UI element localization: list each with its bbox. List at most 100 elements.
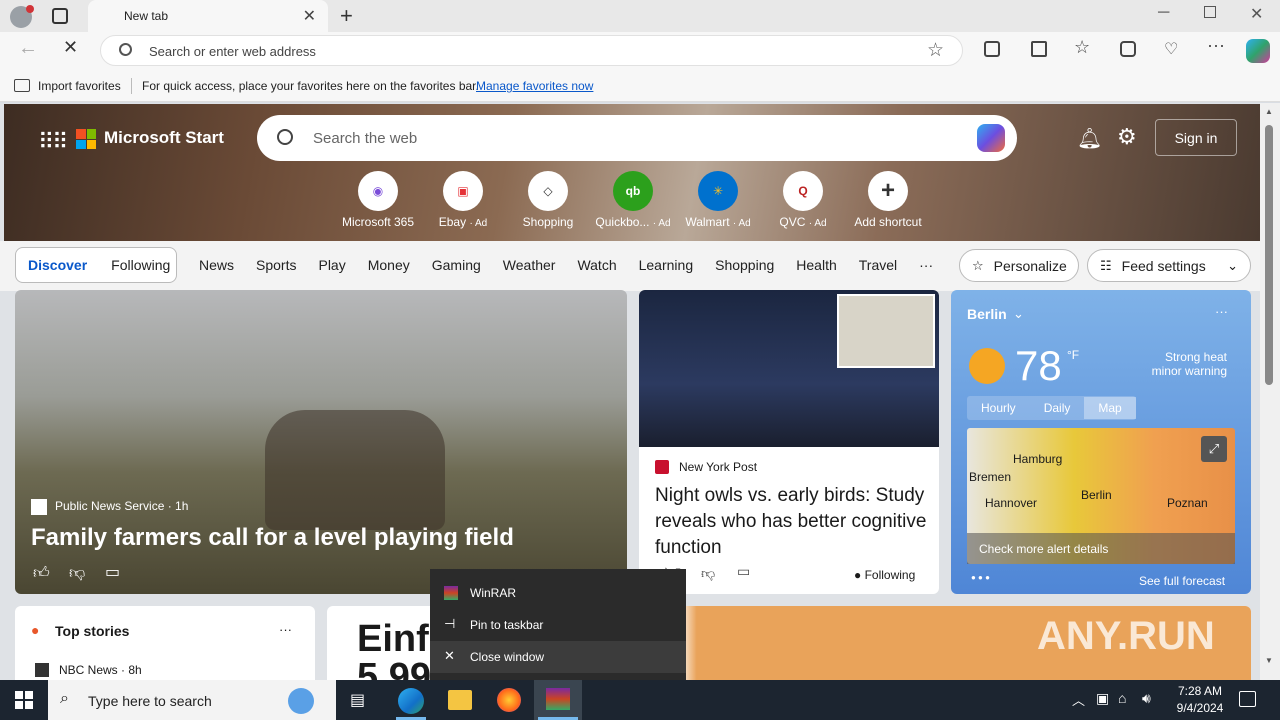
nav-gaming[interactable]: Gaming (432, 257, 481, 273)
more-options-icon[interactable]: ··· (1215, 304, 1228, 319)
shortcut-label: Ebay (438, 215, 467, 229)
shortcut-microsoft-365[interactable]: ◉ Microsoft 365 (338, 171, 418, 229)
menu-item-close-window[interactable]: ✕ Close window (430, 641, 686, 673)
tab-hourly[interactable]: Hourly (967, 401, 1030, 415)
nav-travel[interactable]: Travel (859, 257, 897, 273)
tab-actions-icon[interactable] (52, 8, 68, 24)
story-headline[interactable]: Night owls vs. early birds: Study reveal… (655, 483, 930, 561)
more-categories-button[interactable]: ··· (919, 257, 933, 273)
story-card-2[interactable]: New York Post Night owls vs. early birds… (639, 290, 939, 594)
nav-watch[interactable]: Watch (577, 257, 616, 273)
scroll-down-icon[interactable]: ▼ (1265, 656, 1273, 665)
shortcut-ebay[interactable]: ▣ Ebay · Ad (423, 171, 503, 229)
more-options-icon[interactable]: ··· (279, 622, 292, 637)
personalize-button[interactable]: ☆ Personalize (959, 249, 1079, 282)
weather-map[interactable]: Bremen Hamburg Hannover Berlin Poznan ⤢ … (967, 428, 1235, 564)
back-icon[interactable]: ← (18, 37, 38, 60)
nav-shopping[interactable]: Shopping (715, 257, 774, 273)
nav-news[interactable]: News (199, 257, 234, 273)
add-favorite-icon[interactable]: ☆ (927, 39, 944, 62)
tab-map[interactable]: Map (1084, 397, 1136, 419)
dislike-icon[interactable]: 👎︎ (69, 564, 85, 583)
chevron-down-icon[interactable]: ⌄ (1013, 306, 1024, 322)
tab-discover[interactable]: Discover (28, 257, 87, 273)
shortcut-shopping[interactable]: ◇ Shopping (508, 171, 588, 229)
address-bar[interactable]: Search or enter web address ☆ (100, 35, 963, 66)
feed-settings-button[interactable]: ☷ Feed settings ⌄ (1087, 249, 1251, 282)
map-label-hamburg: Hamburg (1013, 452, 1063, 466)
scroll-thumb[interactable] (1265, 125, 1273, 385)
clock-date[interactable]: 9/4/2024 (1170, 701, 1230, 715)
menu-item-pin-to-taskbar[interactable]: ⊣ Pin to taskbar (430, 609, 686, 641)
clock-time[interactable]: 7:28 AM (1172, 684, 1228, 698)
browser-essentials-icon[interactable]: ♡ (1164, 39, 1178, 59)
edge-taskbar-icon[interactable] (398, 688, 424, 714)
following-badge[interactable]: ● Following (854, 568, 915, 582)
weather-alert[interactable]: Strong heat minor warning (1137, 350, 1227, 378)
import-favorites-button[interactable]: Import favorites (38, 79, 121, 93)
shortcut-quickbooks[interactable]: qb Quickbo... · Ad (593, 171, 673, 229)
main-story-card[interactable]: Public News Service · 1h Family farmers … (15, 290, 627, 594)
nav-money[interactable]: Money (368, 257, 410, 273)
shortcut-walmart[interactable]: ✳ Walmart · Ad (678, 171, 758, 229)
taskbar-search-box[interactable]: ⌕ Type here to search (48, 680, 336, 720)
sunny-icon (969, 348, 1005, 384)
alert-details-bar[interactable]: Check more alert details (967, 533, 1235, 564)
scroll-up-icon[interactable]: ▲ (1265, 107, 1273, 116)
favorites-icon[interactable]: ☆ (1074, 37, 1090, 58)
device-icon[interactable]: ▣ (1096, 690, 1109, 707)
volume-icon[interactable]: 🔊︎ (1142, 690, 1151, 707)
browser-tab[interactable]: New tab ✕ (88, 0, 328, 32)
nav-health[interactable]: Health (796, 257, 836, 273)
extensions-icon[interactable] (984, 41, 1000, 57)
see-full-forecast-link[interactable]: See full forecast (1139, 574, 1225, 588)
new-tab-icon[interactable]: + (340, 3, 353, 29)
menu-item-winrar[interactable]: WinRAR (430, 577, 686, 609)
expand-icon[interactable]: ⤢ (1201, 436, 1227, 462)
alert-details-link[interactable]: Check more alert details (979, 542, 1108, 556)
dislike-icon[interactable]: 👎︎ (701, 565, 715, 582)
sign-in-button[interactable]: Sign in (1155, 119, 1237, 156)
weather-city[interactable]: Berlin (967, 306, 1007, 322)
nav-weather[interactable]: Weather (503, 257, 556, 273)
show-hidden-icons[interactable]: ︿ (1072, 690, 1085, 709)
like-icon[interactable]: 👍︎ (33, 564, 50, 583)
shortcut-qvc[interactable]: Q QVC · Ad (763, 171, 843, 229)
brand-name[interactable]: Microsoft Start (104, 128, 224, 148)
add-shortcut-button[interactable]: + Add shortcut (848, 171, 928, 229)
nav-play[interactable]: Play (318, 257, 345, 273)
collections-icon[interactable] (1120, 41, 1136, 57)
apps-launcher-icon[interactable]: ⠿⠿ (38, 129, 68, 155)
close-tab-icon[interactable]: ✕ (303, 6, 316, 26)
comment-icon[interactable]: ▭ (105, 562, 120, 582)
settings-icon[interactable]: ⚙ (1117, 124, 1137, 150)
nav-learning[interactable]: Learning (639, 257, 694, 273)
settings-more-icon[interactable]: ··· (1207, 35, 1225, 56)
close-window-icon[interactable]: ✕ (1250, 4, 1263, 24)
copilot-icon[interactable] (1246, 39, 1270, 63)
notifications-icon[interactable]: 🔔︎ (1077, 126, 1102, 151)
tab-following[interactable]: Following (111, 257, 170, 273)
page-scrollbar[interactable]: ▲ ▼ (1260, 103, 1280, 680)
manage-favorites-link[interactable]: Manage favorites now (476, 79, 593, 93)
comment-icon[interactable]: ▭ (737, 563, 750, 580)
restore-icon[interactable] (1204, 6, 1216, 18)
network-icon[interactable]: ⌂ (1118, 690, 1126, 706)
weather-card[interactable]: Berlin ⌄ ··· 78 °F Strong heat minor war… (951, 290, 1251, 594)
task-view-icon[interactable]: ▤ (350, 690, 365, 710)
web-search-box[interactable]: Search the web (257, 115, 1017, 161)
minimize-icon[interactable]: ─ (1158, 4, 1169, 22)
file-explorer-icon[interactable] (448, 690, 472, 710)
nav-sports[interactable]: Sports (256, 257, 296, 273)
notifications-center-icon[interactable] (1239, 691, 1256, 707)
copilot-search-icon[interactable] (977, 124, 1005, 152)
carousel-dots[interactable]: ● ● ● (971, 573, 990, 582)
menu-item-label: Close window (470, 650, 545, 664)
tab-daily[interactable]: Daily (1030, 401, 1085, 415)
start-button[interactable] (15, 691, 33, 709)
stop-loading-icon[interactable]: ✕ (63, 37, 78, 58)
story-headline[interactable]: Family farmers call for a level playing … (31, 524, 514, 552)
firefox-icon[interactable] (497, 688, 521, 712)
winrar-taskbar-button[interactable] (534, 680, 582, 720)
split-screen-icon[interactable] (1031, 41, 1047, 57)
